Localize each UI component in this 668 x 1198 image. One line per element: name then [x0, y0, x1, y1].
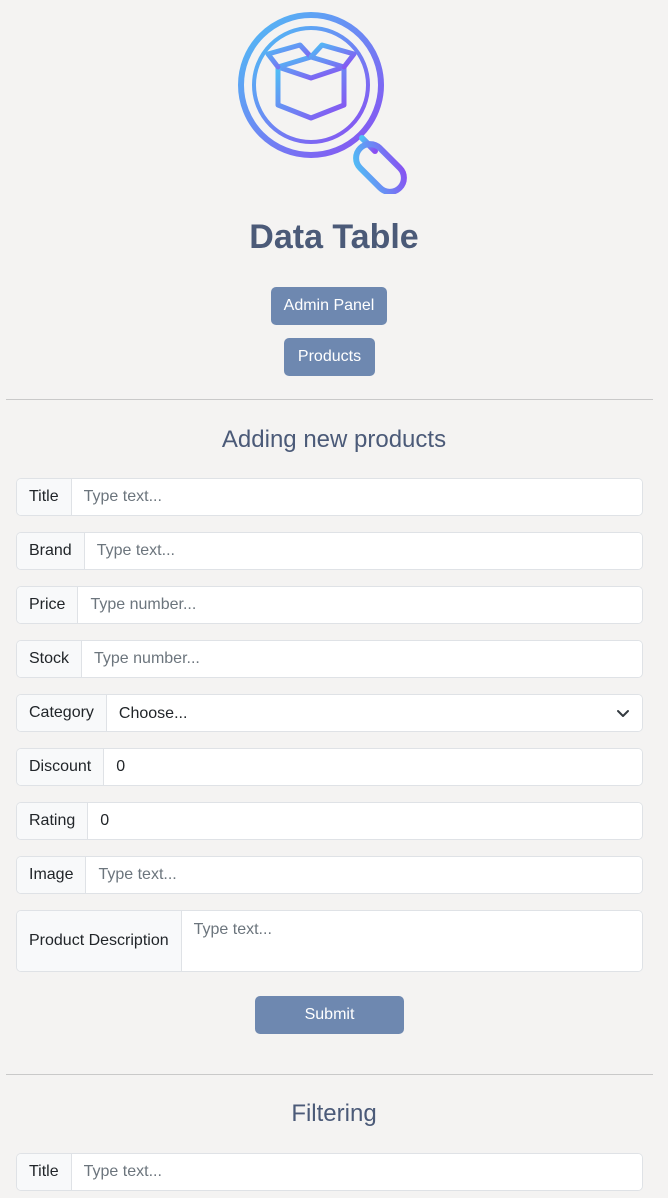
filtering-title: Filtering	[291, 1100, 377, 1127]
add-form-title: Adding new products	[221, 426, 447, 453]
divider	[6, 1074, 653, 1075]
rating-input[interactable]	[88, 803, 642, 839]
products-button[interactable]: Products	[284, 338, 375, 376]
submit-button[interactable]: Submit	[255, 996, 404, 1034]
category-label: Category	[17, 695, 107, 731]
discount-field: Discount	[16, 748, 643, 786]
brand-input[interactable]	[84, 533, 642, 569]
product-description-field: Product Description	[16, 910, 643, 972]
filter-title-input[interactable]	[71, 1154, 642, 1190]
discount-input[interactable]	[104, 749, 642, 785]
brand-label: Brand	[17, 533, 85, 569]
filter-title-label: Title	[17, 1154, 72, 1190]
title-field: Title	[16, 478, 643, 516]
filter-title-field: Title	[16, 1153, 643, 1191]
price-input[interactable]	[78, 587, 642, 623]
box-search-icon	[238, 12, 407, 194]
title-input[interactable]	[71, 479, 642, 515]
category-field: Category Choose...	[16, 694, 643, 732]
stock-input[interactable]	[82, 641, 642, 677]
stock-label: Stock	[17, 641, 83, 677]
divider	[6, 399, 653, 400]
image-field: Image	[16, 856, 643, 894]
discount-label: Discount	[17, 749, 105, 785]
price-field: Price	[16, 586, 643, 624]
product-description-label: Product Description	[17, 911, 182, 971]
title-label: Title	[17, 479, 72, 515]
stock-field: Stock	[16, 640, 643, 678]
price-label: Price	[17, 587, 79, 623]
rating-field: Rating	[16, 802, 643, 840]
category-select[interactable]: Choose...	[106, 695, 642, 731]
product-description-input[interactable]	[181, 911, 642, 971]
image-label: Image	[17, 857, 87, 893]
admin-panel-button[interactable]: Admin Panel	[271, 287, 387, 325]
rating-label: Rating	[17, 803, 89, 839]
brand-field: Brand	[16, 532, 643, 570]
page-title: Data Table	[249, 218, 419, 256]
image-input[interactable]	[86, 857, 642, 893]
